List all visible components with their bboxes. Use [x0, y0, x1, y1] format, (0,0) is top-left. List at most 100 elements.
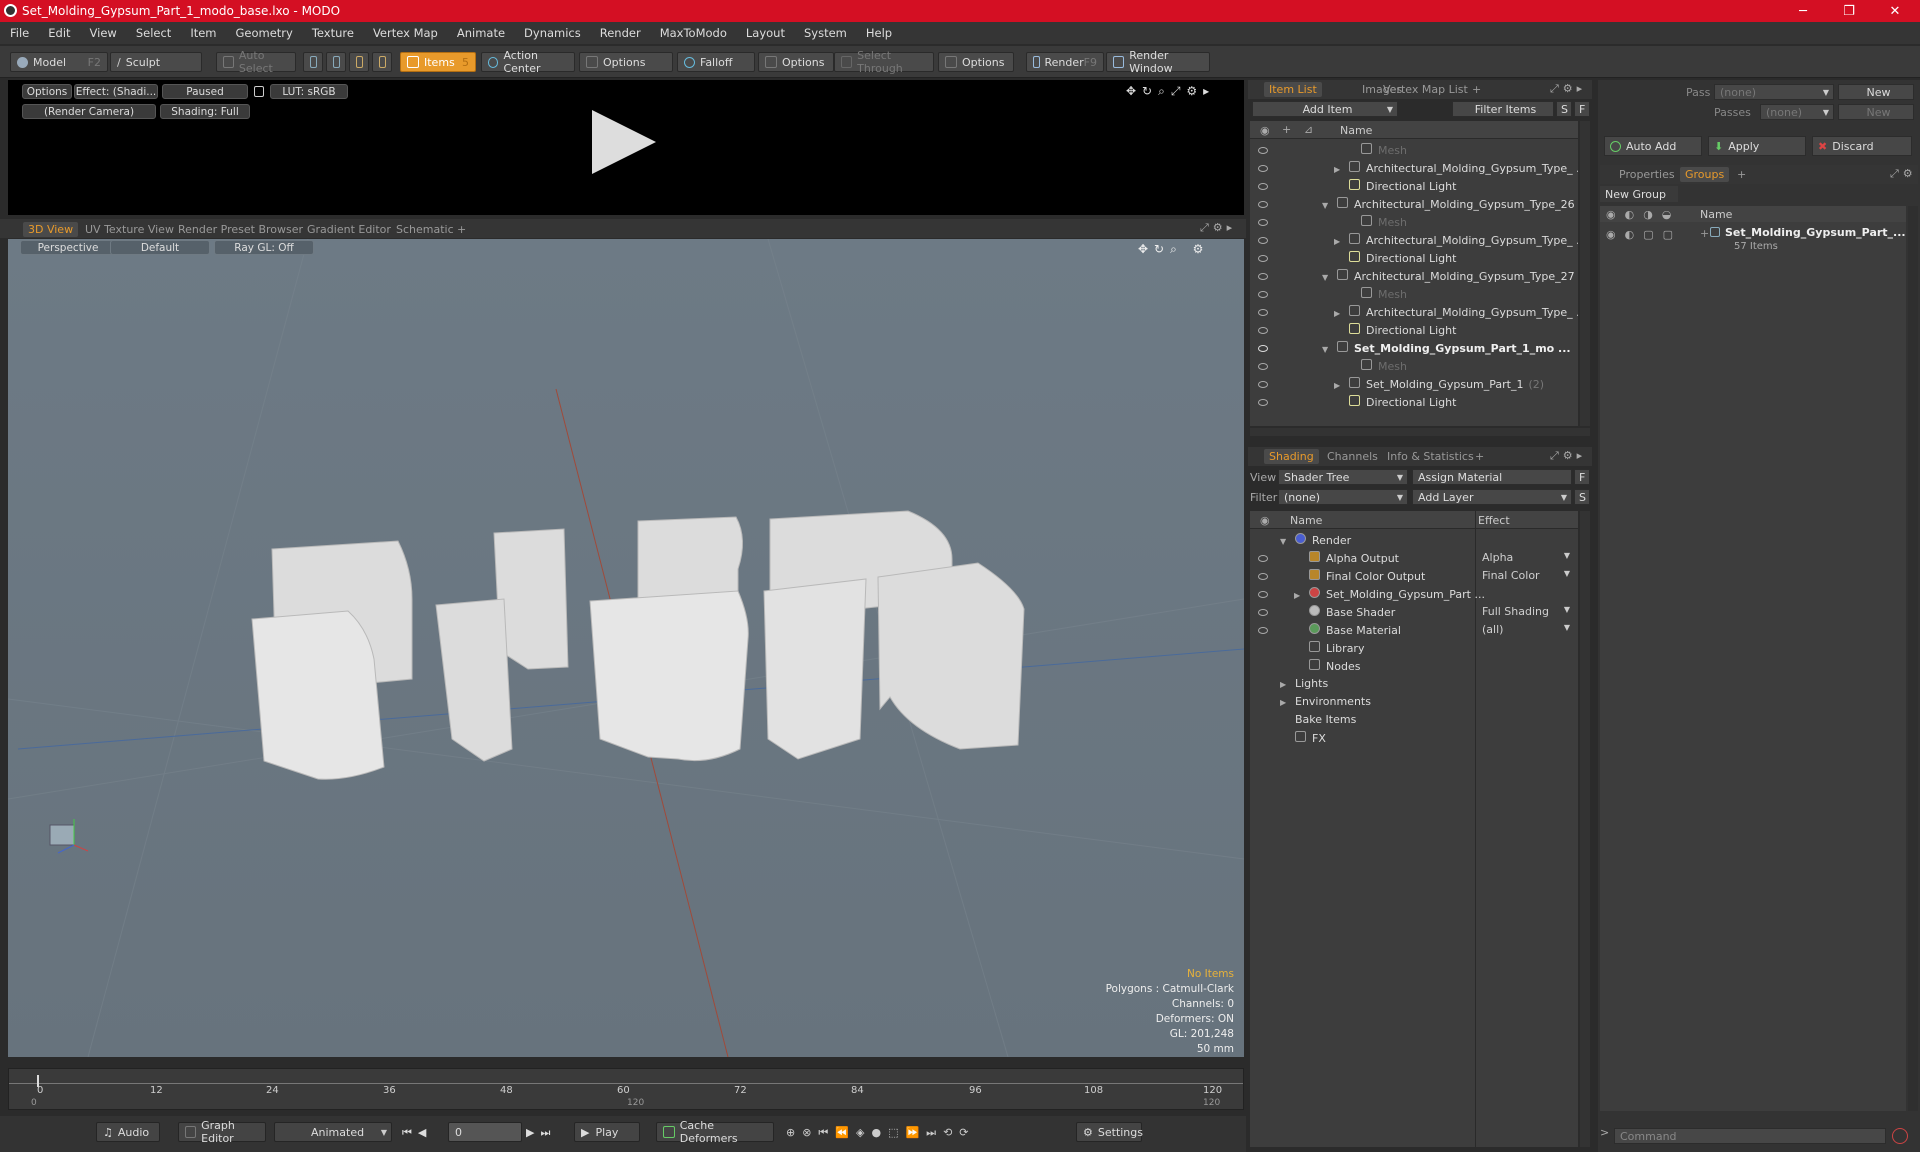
menu-animate[interactable]: Animate — [457, 26, 505, 40]
keyframe-tool-icons[interactable]: ⊕⊗⏮⏪◈●⬚⏩⏭⟲⟳ — [786, 1126, 976, 1140]
visibility-eye-icon[interactable] — [1258, 165, 1268, 172]
expand-icon[interactable]: + — [1700, 227, 1709, 240]
apply-button[interactable]: ⬇ Apply — [1708, 136, 1806, 156]
effect-dropdown[interactable]: Alpha ▼ — [1482, 551, 1574, 564]
shader-row[interactable]: Alpha Output Alpha ▼ — [1250, 549, 1578, 567]
shader-row[interactable]: Base Material (all) ▼ — [1250, 621, 1578, 639]
groups-panel-icons[interactable]: ⤢⚙ — [1890, 167, 1917, 181]
shader-row[interactable]: Bake Items — [1250, 711, 1578, 729]
shader-row[interactable]: Final Color Output Final Color ▼ — [1250, 567, 1578, 585]
cache-deformers-button[interactable]: Cache Deformers — [656, 1119, 774, 1145]
shader-row[interactable]: ▼ Render — [1250, 531, 1578, 549]
play-render-icon[interactable] — [592, 110, 656, 174]
view-dropdown[interactable]: Shader Tree ▼ — [1278, 469, 1408, 485]
new-pass-button[interactable]: New — [1838, 104, 1914, 120]
effect-dropdown[interactable]: (all) ▼ — [1482, 623, 1574, 636]
filter-dropdown[interactable]: (none) ▼ — [1278, 489, 1408, 505]
tab-info-statistics[interactable]: Info & Statistics — [1382, 449, 1479, 464]
visibility-eye-icon[interactable] — [1258, 555, 1268, 562]
shader-row[interactable]: ▶ Lights — [1250, 675, 1578, 693]
auto-select-button[interactable]: Auto Select — [216, 49, 296, 75]
item-list-row[interactable]: Directional Light — [1250, 177, 1578, 195]
group-row[interactable]: ◉◐▢▢ + Set_Molding_Gypsum_Part_... 57 It… — [1600, 224, 1906, 258]
visibility-eye-icon[interactable] — [1258, 219, 1268, 226]
pass-groups-dropdown[interactable]: (none) ▼ — [1714, 84, 1834, 100]
item-list-row[interactable]: ▼ Architectural_Molding_Gypsum_Type_26 ..… — [1250, 195, 1578, 213]
item-list-row[interactable]: ▼ Architectural_Molding_Gypsum_Type_27 ..… — [1250, 267, 1578, 285]
expand-triangle-icon[interactable]: ▶ — [1334, 309, 1344, 318]
menu-help[interactable]: Help — [866, 26, 892, 40]
menu-maxtomodo[interactable]: MaxToModo — [660, 26, 727, 40]
transport-prev-icons[interactable]: ⏮◀ — [402, 1126, 432, 1140]
maximize-button[interactable]: ❐ — [1826, 0, 1872, 22]
filter-s-button[interactable]: S — [1556, 101, 1572, 117]
add-item-dropdown[interactable]: Add Item ▼ — [1252, 101, 1398, 117]
visibility-eye-icon[interactable] — [1258, 201, 1268, 208]
default-dropdown[interactable]: Default — [110, 240, 210, 255]
visibility-eye-icon[interactable] — [1258, 183, 1268, 190]
expand-triangle-icon[interactable]: ▶ — [1280, 698, 1290, 707]
visibility-eye-icon[interactable] — [1258, 609, 1268, 616]
menu-layout[interactable]: Layout — [746, 26, 785, 40]
collapse-triangle-icon[interactable]: ▼ — [1322, 345, 1332, 354]
collapse-triangle-icon[interactable]: ▼ — [1280, 537, 1290, 546]
visibility-eye-icon[interactable] — [1258, 345, 1268, 352]
select-through-button[interactable]: Select Through — [834, 49, 934, 75]
tab-schematic[interactable]: Schematic — [391, 222, 459, 237]
visibility-eye-icon[interactable] — [1258, 273, 1268, 280]
select-polygons-button[interactable] — [349, 52, 369, 72]
expand-triangle-icon[interactable]: ▶ — [1334, 165, 1344, 174]
shader-row[interactable]: Base Shader Full Shading ▼ — [1250, 603, 1578, 621]
tab-gradient-editor[interactable]: Gradient Editor — [302, 222, 396, 237]
item-list-panel-icons[interactable]: ⤢⚙▸ — [1550, 82, 1586, 96]
record-macro-icon[interactable] — [1892, 1128, 1908, 1144]
visibility-eye-icon[interactable] — [1258, 327, 1268, 334]
tab-groups-add[interactable]: + — [1732, 167, 1751, 182]
tab-item-list-add[interactable]: + — [1467, 82, 1486, 97]
visibility-eye-icon[interactable] — [1258, 591, 1268, 598]
visibility-eye-icon[interactable] — [1258, 237, 1268, 244]
add-layer-dropdown[interactable]: Add Layer ▼ — [1412, 489, 1572, 505]
audio-button[interactable]: ♫ Audio — [96, 1122, 160, 1142]
settings-button[interactable]: ⚙ Settings — [1076, 1122, 1143, 1142]
options-button-1[interactable]: Options — [579, 52, 673, 72]
play-button[interactable]: ▶ Play — [574, 1122, 640, 1142]
filter-f-button[interactable]: F — [1574, 101, 1590, 117]
item-list-scrollbar[interactable] — [1580, 121, 1590, 426]
render-button[interactable]: Render F9 — [1026, 52, 1104, 72]
menu-item[interactable]: Item — [190, 26, 216, 40]
new-group-button[interactable]: New Group — [1600, 186, 1678, 202]
animated-dropdown[interactable]: Animated ▼ — [274, 1122, 392, 1142]
item-list-row[interactable]: ▶ Set_Molding_Gypsum_Part_1 (2) — [1250, 375, 1578, 393]
menu-vertex-map[interactable]: Vertex Map — [373, 26, 438, 40]
perspective-dropdown[interactable]: Perspective — [20, 240, 116, 255]
tab-groups[interactable]: Groups — [1680, 167, 1730, 182]
visibility-eye-icon[interactable] — [1258, 309, 1268, 316]
item-list-row[interactable]: Mesh — [1250, 141, 1578, 159]
item-list-row[interactable]: Directional Light — [1250, 321, 1578, 339]
filter-items-field[interactable]: Filter Items — [1452, 101, 1554, 117]
item-list-row[interactable]: Directional Light — [1250, 249, 1578, 267]
collapse-triangle-icon[interactable]: ▼ — [1322, 201, 1332, 210]
render-camera-dropdown[interactable]: (Render Camera) — [22, 104, 156, 119]
item-list-row[interactable]: Mesh — [1250, 357, 1578, 375]
tab-item-list[interactable]: Item List — [1264, 82, 1322, 97]
menu-view[interactable]: View — [90, 26, 117, 40]
groups-scrollbar[interactable] — [1908, 206, 1918, 1111]
sculpt-mode-button[interactable]: / Sculpt — [110, 52, 202, 72]
model-mode-button[interactable]: Model F2 — [10, 52, 108, 72]
tab-shading-add[interactable]: + — [1470, 449, 1489, 464]
lock-icon[interactable] — [254, 86, 264, 97]
visibility-eye-icon[interactable] — [1258, 255, 1268, 262]
menu-edit[interactable]: Edit — [48, 26, 70, 40]
shading-dropdown[interactable]: Shading: Full — [160, 104, 250, 119]
expand-triangle-icon[interactable]: ▶ — [1280, 680, 1290, 689]
graph-editor-button[interactable]: Graph Editor — [178, 1119, 266, 1145]
menu-file[interactable]: File — [10, 26, 29, 40]
item-list-row[interactable]: ▶ Architectural_Molding_Gypsum_Type_ ... — [1250, 303, 1578, 321]
item-list-row[interactable]: ▶ Architectural_Molding_Gypsum_Type_ ... — [1250, 231, 1578, 249]
visibility-eye-icon[interactable] — [1258, 147, 1268, 154]
lut-dropdown[interactable]: LUT: sRGB — [270, 84, 348, 99]
new-pass-group-button[interactable]: New — [1838, 84, 1914, 100]
options-button-3[interactable]: Options — [938, 52, 1014, 72]
